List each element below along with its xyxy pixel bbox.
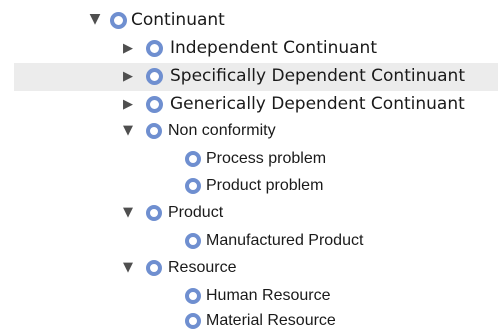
collapsed-toggle-icon[interactable]: ▶ [120,70,136,83]
class-circle-icon [146,205,162,221]
tree-node-label: Independent Continuant [170,38,377,58]
class-hierarchy-tree: ▼ Continuant ▶ Independent Continuant ▶ … [0,0,498,331]
class-circle-icon [146,40,163,57]
tree-node-label: Human Resource [206,287,331,304]
class-circle-icon [146,123,162,139]
tree-node-process-problem[interactable]: Process problem [0,148,498,172]
tree-node-product-problem[interactable]: Product problem [0,175,498,199]
tree-node-material-resource[interactable]: Material Resource [0,310,498,331]
tree-node-manufactured-product[interactable]: Manufactured Product [0,230,498,254]
tree-node-label: Continuant [131,10,225,30]
expanded-toggle-icon[interactable]: ▼ [120,206,136,219]
class-circle-icon [110,12,127,29]
tree-node-label: Non conformity [168,122,276,139]
class-circle-icon [146,68,163,85]
expanded-toggle-icon[interactable]: ▼ [120,124,136,137]
class-circle-icon [185,178,201,194]
tree-node-label: Process problem [206,150,327,167]
tree-node-specifically-dependent-continuant[interactable]: ▶ Specifically Dependent Continuant [14,63,498,91]
class-circle-icon [185,313,201,329]
tree-node-independent-continuant[interactable]: ▶ Independent Continuant [0,36,498,62]
class-circle-icon [185,288,201,304]
class-circle-icon [146,96,163,113]
class-circle-icon [185,233,201,249]
tree-node-label: Product [168,204,224,221]
tree-node-label: Resource [168,259,237,276]
expanded-toggle-icon[interactable]: ▼ [87,12,103,26]
collapsed-toggle-icon[interactable]: ▶ [120,42,136,55]
tree-node-continuant[interactable]: ▼ Continuant [0,8,498,34]
tree-node-label: Material Resource [206,312,336,329]
tree-node-label: Specifically Dependent Continuant [170,66,466,86]
tree-node-human-resource[interactable]: Human Resource [0,285,498,309]
collapsed-toggle-icon[interactable]: ▶ [120,98,136,111]
tree-node-label: Generically Dependent Continuant [170,94,465,114]
class-circle-icon [146,260,162,276]
expanded-toggle-icon[interactable]: ▼ [120,261,136,274]
tree-node-generically-dependent-continuant[interactable]: ▶ Generically Dependent Continuant [0,92,498,118]
tree-node-product[interactable]: ▼ Product [0,202,498,226]
tree-node-label: Product problem [206,177,324,194]
tree-node-resource[interactable]: ▼ Resource [0,257,498,281]
tree-node-non-conformity[interactable]: ▼ Non conformity [0,120,498,144]
tree-node-label: Manufactured Product [206,232,364,249]
class-circle-icon [185,151,201,167]
